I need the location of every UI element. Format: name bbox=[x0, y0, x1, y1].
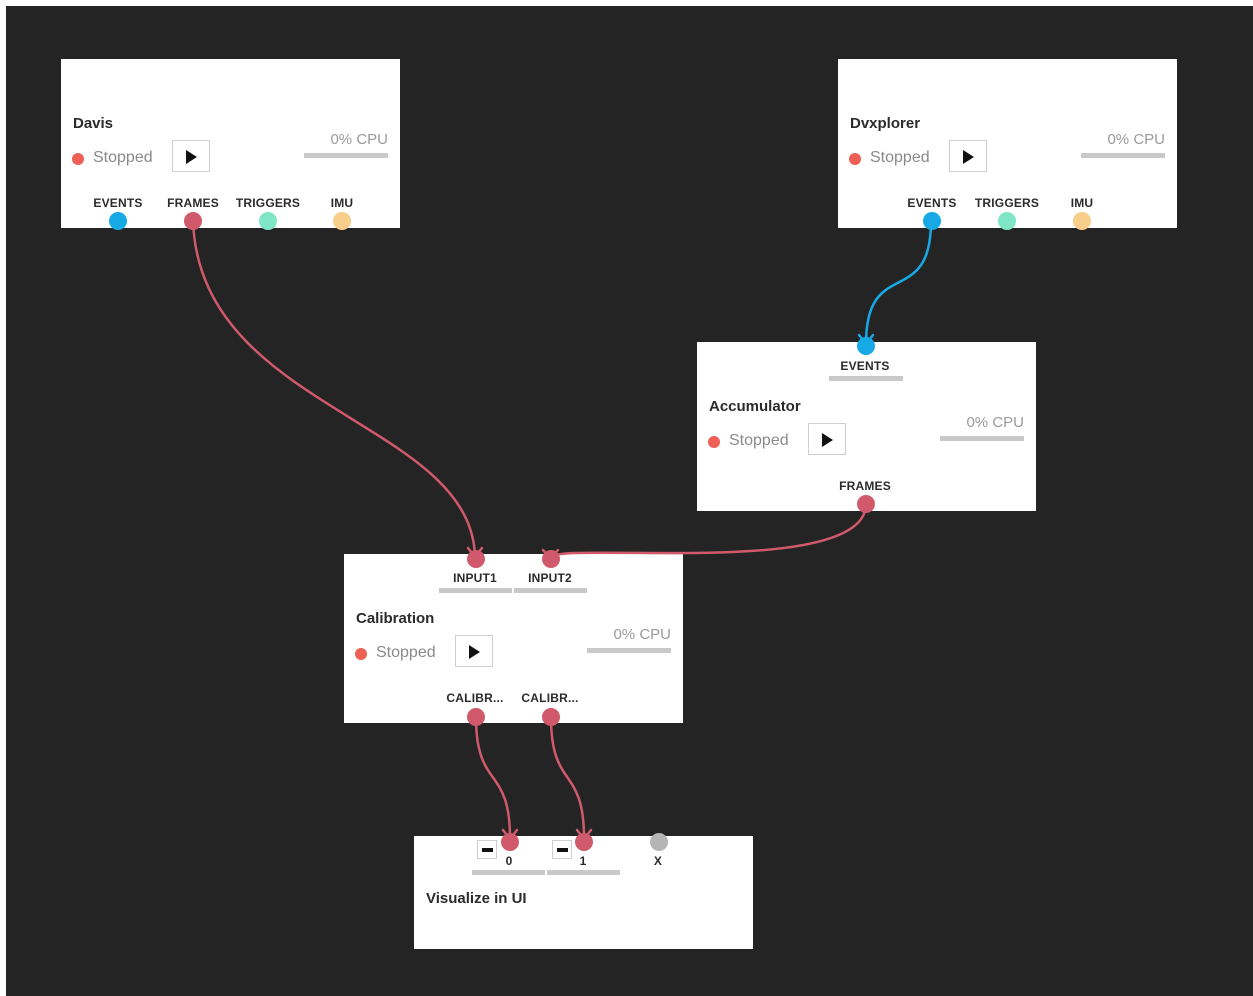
port-label-events-in: EVENTS bbox=[840, 359, 890, 373]
remove-input-1-button[interactable] bbox=[552, 840, 572, 859]
cpu-usage: 0% CPU bbox=[330, 131, 388, 148]
port-label-x: X bbox=[653, 854, 663, 868]
port-davis-imu[interactable] bbox=[333, 212, 351, 230]
node-calibration[interactable]: INPUT1 INPUT2 Calibration Stopped 0% CPU… bbox=[344, 554, 683, 723]
port-label-imu: IMU bbox=[330, 196, 354, 210]
port-dvxplorer-triggers[interactable] bbox=[998, 212, 1016, 230]
input-bar bbox=[547, 870, 620, 875]
port-label-input1: INPUT1 bbox=[453, 571, 497, 585]
status-text: Stopped bbox=[93, 149, 153, 166]
port-dvxplorer-events[interactable] bbox=[923, 212, 941, 230]
cpu-usage: 0% CPU bbox=[1107, 131, 1165, 148]
play-icon bbox=[822, 433, 833, 447]
port-visualize-x[interactable] bbox=[650, 833, 668, 851]
port-label-imu: IMU bbox=[1070, 196, 1094, 210]
status-dot-icon bbox=[708, 436, 720, 448]
play-icon bbox=[186, 150, 197, 164]
port-label-calibr-1: CALIBR... bbox=[446, 691, 504, 705]
node-title: Visualize in UI bbox=[426, 890, 527, 907]
status-dot-icon bbox=[849, 153, 861, 165]
status-dot-icon bbox=[355, 648, 367, 660]
port-label-events: EVENTS bbox=[93, 196, 143, 210]
port-label-triggers: TRIGGERS bbox=[235, 196, 301, 210]
port-label-frames: FRAMES bbox=[839, 479, 891, 493]
play-button[interactable] bbox=[172, 140, 210, 172]
port-davis-frames[interactable] bbox=[184, 212, 202, 230]
minus-icon bbox=[557, 848, 568, 852]
status-text: Stopped bbox=[376, 644, 436, 661]
cpu-bar bbox=[304, 153, 388, 158]
port-label-events: EVENTS bbox=[907, 196, 957, 210]
port-calibration-out1[interactable] bbox=[467, 708, 485, 726]
status-dot-icon bbox=[72, 153, 84, 165]
input-bar bbox=[829, 376, 903, 381]
node-title: Accumulator bbox=[709, 398, 801, 415]
port-accumulator-events-in[interactable] bbox=[857, 337, 875, 355]
input-bar bbox=[472, 870, 545, 875]
port-label-triggers: TRIGGERS bbox=[974, 196, 1040, 210]
remove-input-0-button[interactable] bbox=[477, 840, 497, 859]
node-accumulator[interactable]: EVENTS Accumulator Stopped 0% CPU FRAMES bbox=[697, 342, 1036, 511]
play-button[interactable] bbox=[949, 140, 987, 172]
play-icon bbox=[963, 150, 974, 164]
input-bar bbox=[439, 588, 512, 593]
minus-icon bbox=[482, 848, 493, 852]
status-text: Stopped bbox=[870, 149, 930, 166]
port-label-calibr-2: CALIBR... bbox=[521, 691, 579, 705]
cpu-bar bbox=[940, 436, 1024, 441]
port-label-1: 1 bbox=[579, 854, 587, 868]
node-title: Davis bbox=[73, 115, 114, 132]
port-davis-events[interactable] bbox=[109, 212, 127, 230]
status-text: Stopped bbox=[729, 432, 789, 449]
port-visualize-0[interactable] bbox=[501, 833, 519, 851]
cpu-usage: 0% CPU bbox=[613, 626, 671, 643]
input-bar bbox=[514, 588, 587, 593]
play-button[interactable] bbox=[455, 635, 493, 667]
port-visualize-1[interactable] bbox=[575, 833, 593, 851]
cpu-usage: 0% CPU bbox=[966, 414, 1024, 431]
port-label-0: 0 bbox=[505, 854, 513, 868]
port-label-input2: INPUT2 bbox=[528, 571, 572, 585]
node-visualize-in-ui[interactable]: 0 1 X Visualize in UI bbox=[414, 836, 753, 949]
play-icon bbox=[469, 645, 480, 659]
port-calibration-input2[interactable] bbox=[542, 550, 560, 568]
node-title: Dvxplorer bbox=[850, 115, 921, 132]
port-calibration-out2[interactable] bbox=[542, 708, 560, 726]
node-davis[interactable]: Davis Stopped 0% CPU EVENTS FRAMES TRIGG… bbox=[61, 59, 400, 228]
cpu-bar bbox=[1081, 153, 1165, 158]
cpu-bar bbox=[587, 648, 671, 653]
port-davis-triggers[interactable] bbox=[259, 212, 277, 230]
node-title: Calibration bbox=[356, 610, 435, 627]
port-accumulator-frames-out[interactable] bbox=[857, 495, 875, 513]
node-dvxplorer[interactable]: Dvxplorer Stopped 0% CPU EVENTS TRIGGERS… bbox=[838, 59, 1177, 228]
play-button[interactable] bbox=[808, 423, 846, 455]
port-dvxplorer-imu[interactable] bbox=[1073, 212, 1091, 230]
port-calibration-input1[interactable] bbox=[467, 550, 485, 568]
port-label-frames: FRAMES bbox=[167, 196, 219, 210]
